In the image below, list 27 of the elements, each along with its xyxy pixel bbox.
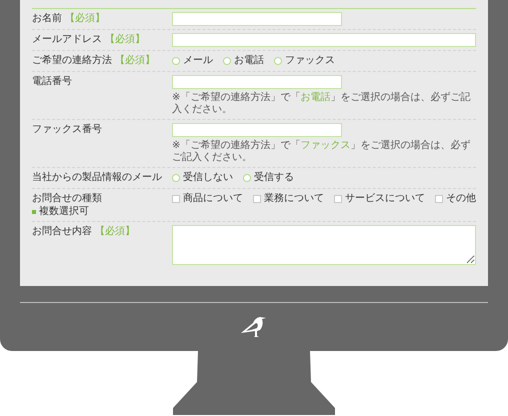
field-label: お問合せ内容 【必須】 — [32, 225, 136, 239]
field-label: 電話番号 — [32, 75, 73, 89]
field-label: メールアドレス 【必須】 — [32, 33, 146, 47]
hint-text: 複数選択可 — [39, 206, 89, 218]
note-text: ※「ご希望の連絡方法」で「お電話」をご選択の場合は、必ずご記入ください。 — [172, 92, 472, 116]
radio-option[interactable]: メール — [172, 54, 213, 68]
input-field[interactable] — [172, 75, 342, 89]
bird-icon — [240, 315, 268, 339]
note-text: ※「ご希望の連絡方法」で「ファックス」をご選択の場合は、必ずご記入ください。 — [172, 140, 472, 164]
checkbox-option[interactable]: 商品について — [172, 192, 243, 206]
field-label: お名前 【必須】 — [32, 12, 106, 26]
field-label: ファックス番号 — [32, 123, 103, 137]
radio-option[interactable]: 受信する — [243, 171, 294, 185]
text-area[interactable] — [172, 225, 476, 265]
radio-option[interactable]: お電話 — [223, 54, 264, 68]
radio-option[interactable]: ファックス — [274, 54, 335, 68]
bullet-icon — [32, 210, 36, 214]
checkbox-option[interactable]: その他 — [435, 192, 476, 206]
checkbox-option[interactable]: 業務について — [253, 192, 324, 206]
input-field[interactable] — [172, 12, 342, 26]
input-field[interactable] — [172, 33, 476, 47]
field-label: 当社からの製品情報のメール — [32, 171, 163, 185]
field-label: ご希望の連絡方法 【必須】 — [32, 54, 156, 68]
field-label: お問合せの種類 — [32, 192, 103, 206]
checkbox-option[interactable]: サービスについて — [334, 192, 425, 206]
radio-option[interactable]: 受信しない — [172, 171, 233, 185]
input-field[interactable] — [172, 123, 342, 137]
